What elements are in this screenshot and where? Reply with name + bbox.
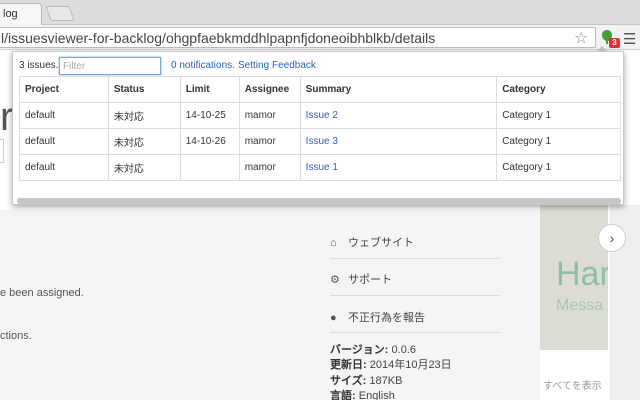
promo-title: Har <box>556 255 608 293</box>
notifications-link[interactable]: 0 notifications. <box>171 60 235 71</box>
cell-project: default <box>19 154 109 181</box>
next-arrow-icon[interactable]: › <box>598 224 626 252</box>
cell-status: 未対応 <box>107 154 181 181</box>
size-info: サイズ: 187KB <box>330 375 403 387</box>
cell-summary: Issue 1 <box>299 154 498 181</box>
divider <box>330 258 500 259</box>
bookmark-star-icon[interactable]: ☆ <box>574 28 588 48</box>
column-header-category[interactable]: Category <box>496 76 621 103</box>
tab-title: log <box>3 8 18 20</box>
issue-count: 3 issues. <box>19 60 59 71</box>
cell-status: 未対応 <box>107 128 181 155</box>
support-link[interactable]: ⚙ サポート <box>330 271 392 291</box>
cell-assignee: mamor <box>238 102 301 129</box>
cell-limit: 14-10-25 <box>179 102 240 129</box>
menu-icon[interactable]: ☰ <box>623 30 636 48</box>
page-content-area <box>0 210 540 400</box>
divider <box>330 295 500 296</box>
website-link[interactable]: ⌂ ウェブサイト <box>330 234 414 254</box>
promo-subtitle: Messa <box>556 297 604 314</box>
table-row: default 未対応 14-10-26 mamor Issue 3 Categ… <box>19 128 621 155</box>
cell-assignee: mamor <box>238 154 301 181</box>
cell-summary: Issue 2 <box>299 102 498 129</box>
filter-input[interactable] <box>59 57 161 75</box>
cell-status: 未対応 <box>107 102 181 129</box>
column-header-assignee[interactable]: Assignee <box>238 76 301 103</box>
warning-icon: ● <box>330 312 337 324</box>
column-header-summary[interactable]: Summary <box>299 76 498 103</box>
issues-table: Project Status Limit Assignee Summary Ca… <box>19 76 621 181</box>
setting-link[interactable]: Setting <box>238 60 269 71</box>
feedback-link[interactable]: Feedback <box>272 60 316 71</box>
show-all-link[interactable]: すべてを表示 <box>543 377 602 392</box>
cell-summary: Issue 3 <box>299 128 498 155</box>
cell-project: default <box>19 128 109 155</box>
table-row: default 未対応 14-10-25 mamor Issue 2 Categ… <box>19 102 621 129</box>
browser-tab[interactable]: × log <box>0 3 42 25</box>
table-header-row: Project Status Limit Assignee Summary Ca… <box>19 76 621 103</box>
cell-category: Category 1 <box>496 154 621 181</box>
gear-icon: ⚙ <box>330 274 340 286</box>
issue-link[interactable]: Issue 2 <box>306 110 338 121</box>
table-row: default 未対応 mamor Issue 1 Category 1 <box>19 154 621 181</box>
page-control-edge <box>0 139 4 163</box>
cell-project: default <box>19 102 109 129</box>
column-header-limit[interactable]: Limit <box>179 76 240 103</box>
browser-toolbar: l/issuesviewer-for-backlog/ohgpfaebkmddh… <box>0 25 640 50</box>
cell-category: Category 1 <box>496 128 621 155</box>
horizontal-scrollbar[interactable] <box>17 198 621 204</box>
version-info: バージョン: 0.0.6 <box>330 344 416 356</box>
column-header-status[interactable]: Status <box>107 76 181 103</box>
updated-info: 更新日: 2014年10月23日 <box>330 359 452 371</box>
divider <box>330 332 500 333</box>
promo-banner[interactable]: Har Messa <box>540 205 608 350</box>
cell-assignee: mamor <box>238 128 301 155</box>
scrollbar-thumb[interactable] <box>17 198 621 204</box>
new-tab-button[interactable] <box>45 6 75 21</box>
address-bar[interactable]: l/issuesviewer-for-backlog/ohgpfaebkmddh… <box>0 27 596 48</box>
column-header-project[interactable]: Project <box>19 76 109 103</box>
home-icon: ⌂ <box>330 237 337 249</box>
extension-badge: 3 <box>609 38 620 48</box>
language-info: 言語: English <box>330 390 395 400</box>
description-text: e been assigned. <box>0 287 84 299</box>
report-abuse-link[interactable]: ● 不正行為を報告 <box>330 309 425 329</box>
issue-link[interactable]: Issue 3 <box>306 136 338 147</box>
issue-link[interactable]: Issue 1 <box>306 162 338 173</box>
tab-strip: × log <box>0 0 640 25</box>
cell-category: Category 1 <box>496 102 621 129</box>
issues-popup: 3 issues. 0 notifications. Setting Feedb… <box>12 51 624 205</box>
cell-limit: 14-10-26 <box>179 128 240 155</box>
description-text: ctions. <box>0 330 32 342</box>
cell-limit <box>179 154 240 181</box>
